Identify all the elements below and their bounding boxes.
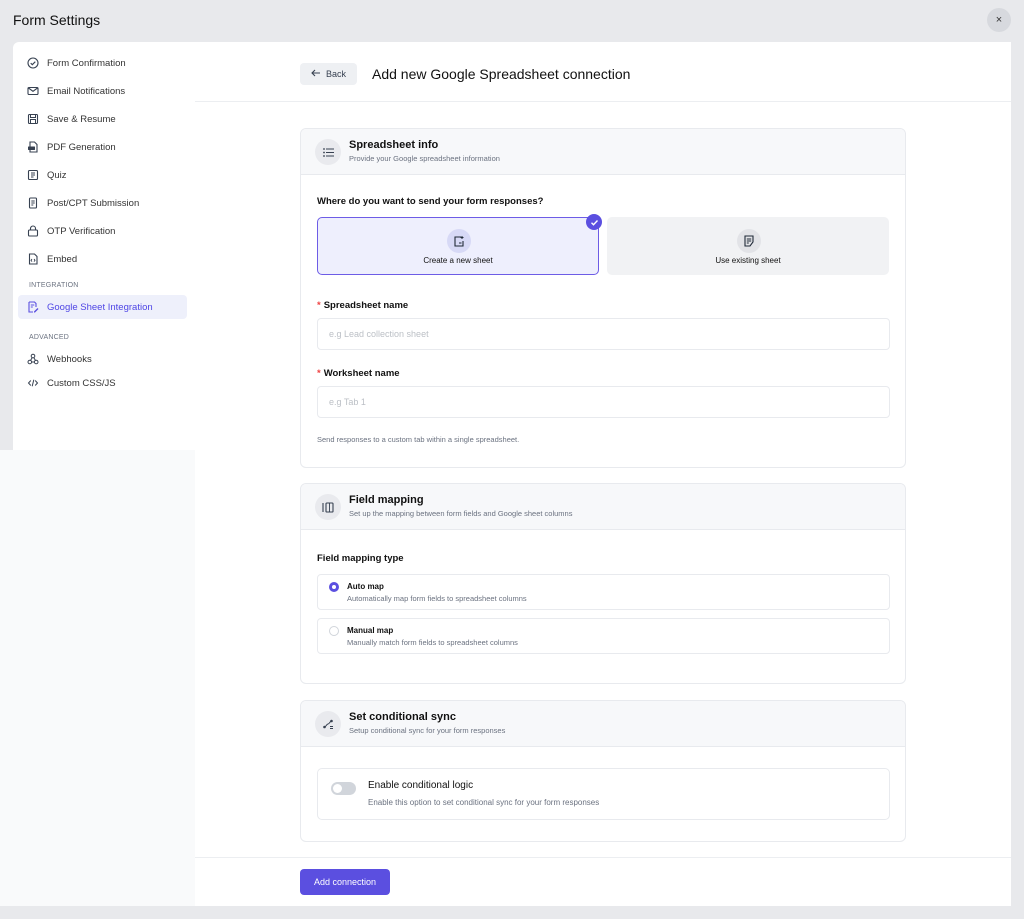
document-icon <box>27 197 39 209</box>
sidebar-item-label: Post/CPT Submission <box>47 197 140 209</box>
lock-icon <box>27 225 39 237</box>
sidebar-item-label: Email Notifications <box>47 85 126 97</box>
sheet-edit-icon <box>27 301 39 313</box>
selected-check-icon <box>586 214 602 230</box>
worksheet-helper-text: Send responses to a custom tab within a … <box>317 435 520 444</box>
spreadsheet-info-card: Spreadsheet info Provide your Google spr… <box>300 128 906 468</box>
sidebar-item-pdf-generation[interactable]: PDF Generation <box>18 135 187 159</box>
mail-icon <box>27 85 39 97</box>
sidebar-item-label: Embed <box>47 253 78 265</box>
card-header: Spreadsheet info Provide your Google spr… <box>301 129 905 175</box>
sidebar-item-form-confirmation[interactable]: Form Confirmation <box>18 51 187 75</box>
option-label: Create a new sheet <box>423 256 493 265</box>
sidebar-item-custom-css-js[interactable]: Custom CSS/JS <box>18 371 187 395</box>
close-button[interactable]: × <box>987 8 1011 32</box>
option-description: Automatically map form fields to spreads… <box>347 594 527 603</box>
card-header: Field mapping Set up the mapping between… <box>301 484 905 530</box>
card-subtitle: Provide your Google spreadsheet informat… <box>349 154 500 163</box>
spreadsheet-name-input[interactable]: e.g Lead collection sheet <box>317 318 890 350</box>
arrow-left-icon <box>311 69 321 79</box>
spreadsheet-name-label: * Spreadsheet name <box>317 300 409 311</box>
bottom-strip <box>0 906 1024 919</box>
columns-icon <box>315 494 341 520</box>
option-title: Auto map <box>347 582 384 591</box>
sidebar-item-label: Form Confirmation <box>47 57 126 69</box>
conditional-sync-card: Set conditional sync Setup conditional s… <box>300 700 906 842</box>
option-description: Manually match form fields to spreadshee… <box>347 638 518 647</box>
save-icon <box>27 113 39 125</box>
option-title: Manual map <box>347 626 394 635</box>
radio-selected[interactable] <box>329 582 339 592</box>
sidebar-item-webhooks[interactable]: Webhooks <box>18 347 187 371</box>
destination-question: Where do you want to send your form resp… <box>317 196 544 207</box>
card-title: Spreadsheet info <box>349 139 439 151</box>
window-title: Form Settings <box>13 12 101 28</box>
pdf-icon <box>27 141 39 153</box>
footer-divider <box>195 857 1011 858</box>
sidebar-item-google-sheet-integration[interactable]: Google Sheet Integration <box>18 295 187 319</box>
sidebar: Form Confirmation Email Notifications Sa… <box>13 42 195 450</box>
conditional-logic-box: Enable conditional logic Enable this opt… <box>317 768 890 820</box>
worksheet-name-label: * Worksheet name <box>317 368 400 379</box>
card-title: Field mapping <box>349 494 424 506</box>
option-label: Use existing sheet <box>715 256 781 265</box>
code-file-icon <box>27 253 39 265</box>
create-new-sheet-option[interactable]: Create a new sheet <box>317 217 599 275</box>
sidebar-item-embed[interactable]: Embed <box>18 247 187 271</box>
sidebar-item-label: PDF Generation <box>47 141 116 153</box>
section-label-integration: INTEGRATION <box>29 282 79 289</box>
toggle-knob <box>333 784 342 793</box>
list-icon <box>315 139 341 165</box>
sidebar-item-label: Save & Resume <box>47 113 116 125</box>
auto-map-option[interactable]: Auto map Automatically map form fields t… <box>317 574 890 610</box>
existing-sheet-icon <box>737 229 761 253</box>
section-label-advanced: ADVANCED <box>29 334 69 341</box>
sidebar-item-label: OTP Verification <box>47 225 116 237</box>
add-connection-button[interactable]: Add connection <box>300 869 390 895</box>
sidebar-background <box>0 450 195 906</box>
check-circle-icon <box>27 57 39 69</box>
required-mark: * <box>317 368 321 379</box>
back-button[interactable]: Back <box>300 63 357 85</box>
header-divider <box>195 101 1011 102</box>
code-icon <box>27 377 39 389</box>
sidebar-item-email-notifications[interactable]: Email Notifications <box>18 79 187 103</box>
quiz-icon <box>27 169 39 181</box>
sync-flow-icon <box>315 711 341 737</box>
worksheet-name-input[interactable]: e.g Tab 1 <box>317 386 890 418</box>
sidebar-item-quiz[interactable]: Quiz <box>18 163 187 187</box>
card-header: Set conditional sync Setup conditional s… <box>301 701 905 747</box>
card-subtitle: Setup conditional sync for your form res… <box>349 726 506 735</box>
sidebar-item-label: Webhooks <box>47 353 92 365</box>
field-mapping-type-label: Field mapping type <box>317 553 404 564</box>
webhook-icon <box>27 353 39 365</box>
use-existing-sheet-option[interactable]: Use existing sheet <box>607 217 889 275</box>
back-button-label: Back <box>325 69 346 79</box>
sidebar-item-otp-verification[interactable]: OTP Verification <box>18 219 187 243</box>
card-title: Set conditional sync <box>349 711 456 723</box>
sidebar-item-label: Google Sheet Integration <box>47 301 153 313</box>
required-mark: * <box>317 300 321 311</box>
radio-unselected[interactable] <box>329 626 339 636</box>
card-subtitle: Set up the mapping between form fields a… <box>349 509 573 518</box>
sidebar-item-label: Quiz <box>47 169 67 181</box>
manual-map-option[interactable]: Manual map Manually match form fields to… <box>317 618 890 654</box>
sidebar-item-save-resume[interactable]: Save & Resume <box>18 107 187 131</box>
toggle-description: Enable this option to set conditional sy… <box>368 798 600 807</box>
new-sheet-icon <box>447 229 471 253</box>
field-mapping-card: Field mapping Set up the mapping between… <box>300 483 906 684</box>
sidebar-item-post-cpt-submission[interactable]: Post/CPT Submission <box>18 191 187 215</box>
conditional-logic-toggle[interactable] <box>331 782 356 795</box>
close-icon: × <box>995 14 1003 26</box>
toggle-title: Enable conditional logic <box>368 780 474 791</box>
sidebar-item-label: Custom CSS/JS <box>47 377 116 389</box>
page-title: Add new Google Spreadsheet connection <box>372 66 631 82</box>
top-bar: Form Settings × <box>0 0 1024 42</box>
